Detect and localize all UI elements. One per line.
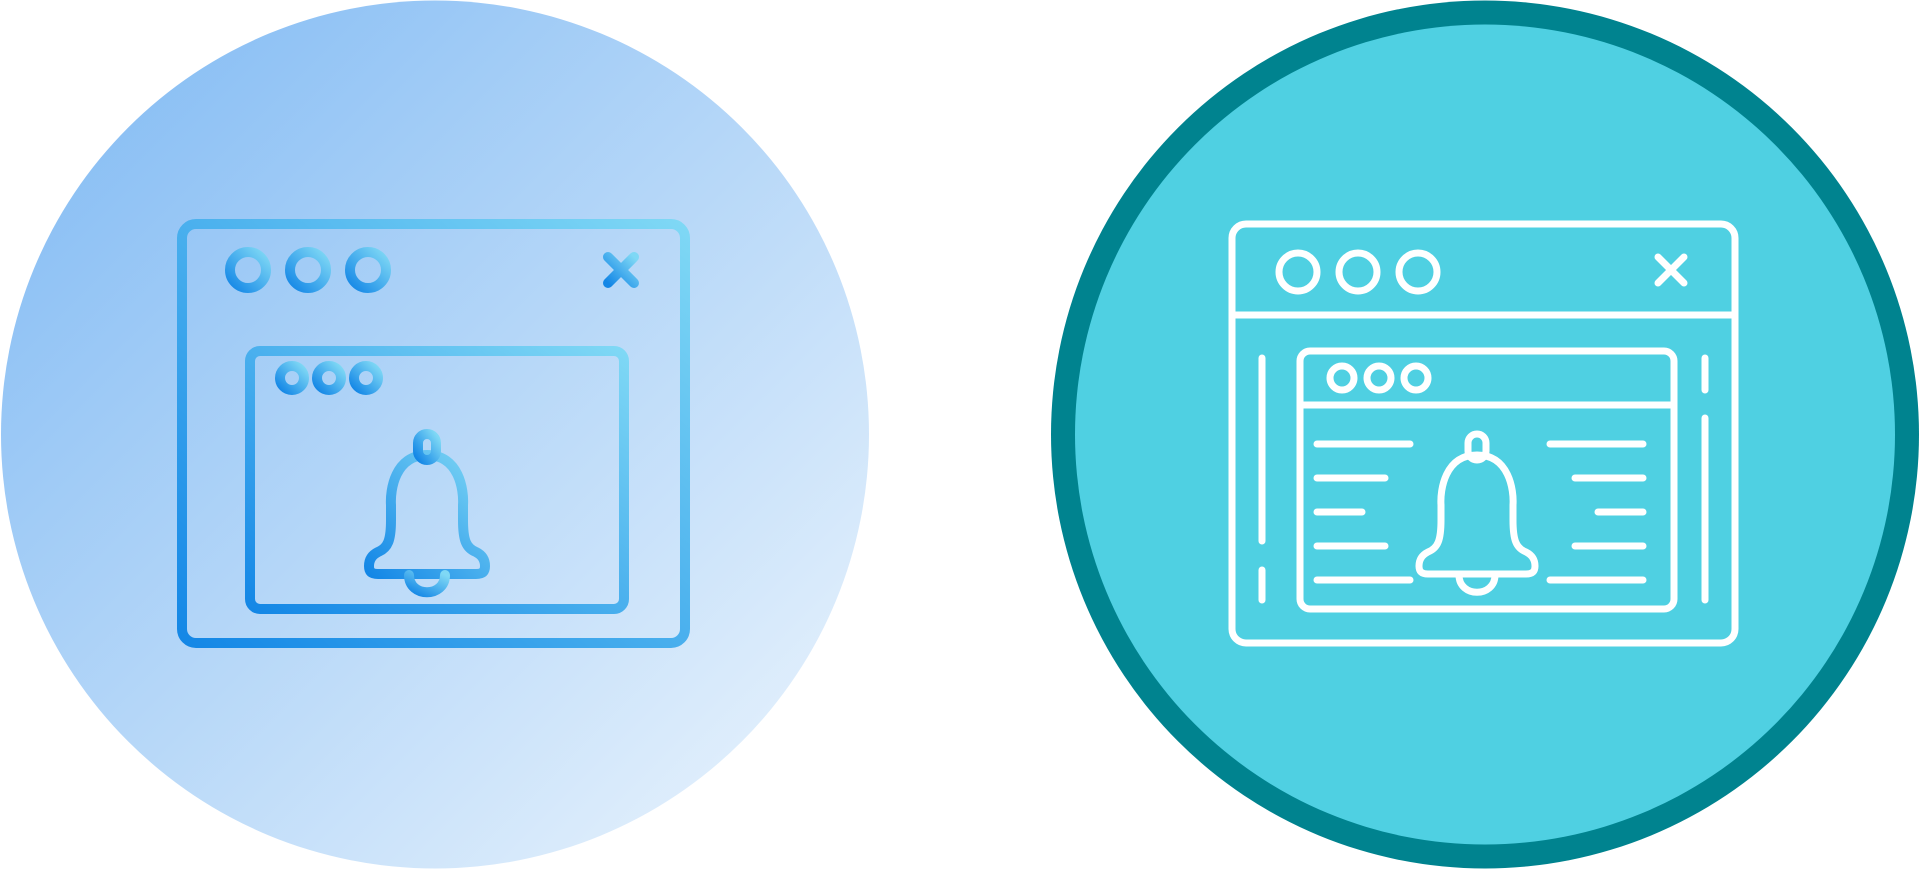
browser-notification-filled-icon [1051,0,1919,869]
icon-pair [0,0,1920,869]
icon-variant-filled [1050,0,1920,869]
icon-variant-gradient [0,0,870,869]
browser-notification-gradient-icon [1,0,869,869]
